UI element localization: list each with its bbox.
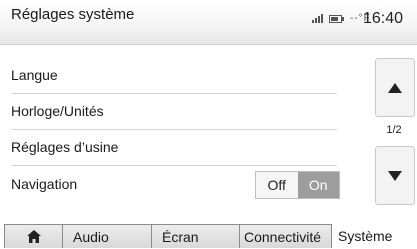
tab-audio[interactable]: Audio (62, 224, 152, 248)
status-indicators: --°F (312, 13, 371, 24)
tab-ecran[interactable]: Écran (151, 224, 240, 248)
bottom-tab-bar: Audio Écran Connectivité Système (4, 224, 417, 249)
setting-item-langue[interactable]: Langue (11, 67, 337, 83)
list-divider (11, 93, 337, 94)
list-divider (11, 129, 337, 130)
scroll-up-button[interactable] (375, 58, 415, 117)
home-icon (26, 230, 41, 243)
tab-home[interactable] (4, 224, 63, 248)
setting-item-reglages-usine[interactable]: Réglages d’usine (11, 139, 337, 155)
scroll-down-button[interactable] (375, 146, 415, 205)
toggle-on-option[interactable]: On (297, 172, 339, 198)
header-bar: Réglages système --°F 16:40 (0, 0, 417, 45)
arrow-up-icon (388, 82, 402, 93)
signal-strength-icon (312, 14, 323, 23)
toggle-off-option[interactable]: Off (256, 172, 298, 198)
arrow-down-icon (388, 170, 402, 181)
page-title: Réglages système (11, 6, 135, 23)
battery-icon (329, 14, 344, 23)
tab-connectivite[interactable]: Connectivité (239, 224, 332, 248)
setting-item-horloge-unites[interactable]: Horloge/Unités (11, 103, 337, 119)
list-divider (11, 165, 337, 166)
tab-systeme[interactable]: Système (332, 224, 417, 248)
clock: 16:40 (363, 10, 404, 27)
page-indicator: 1/2 (386, 124, 402, 136)
navigation-toggle[interactable]: Off On (255, 171, 340, 199)
